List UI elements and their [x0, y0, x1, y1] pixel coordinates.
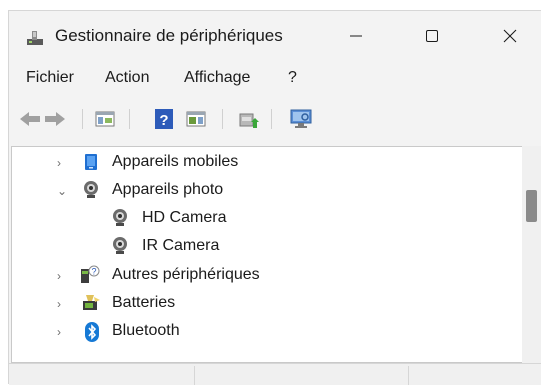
tree-row-label: IR Camera [142, 237, 220, 254]
expand-chevron-icon[interactable]: › [57, 325, 69, 339]
scan-hardware-button[interactable] [289, 107, 313, 131]
help-icon: ? [155, 109, 173, 129]
webcam-icon [110, 208, 130, 228]
toolbar: ? [9, 103, 541, 133]
title-bar: Gestionnaire de périphériques [9, 11, 541, 61]
webcam-icon [81, 180, 101, 200]
tree-row-label: Bluetooth [112, 322, 180, 339]
status-separator [194, 366, 195, 385]
properties-button[interactable] [93, 107, 117, 131]
tree-row-label: HD Camera [142, 209, 227, 226]
toolbar-separator [82, 109, 83, 129]
status-separator [408, 366, 409, 385]
toolbar-separator [271, 109, 272, 129]
back-arrow-icon [20, 112, 40, 126]
tree-row-ir-camera[interactable]: IR Camera [12, 233, 523, 261]
minimize-icon [350, 35, 362, 37]
vertical-scrollbar[interactable] [522, 146, 541, 363]
help-button[interactable]: ? [152, 107, 176, 131]
svg-text:?: ? [159, 112, 168, 129]
svg-text:?: ? [91, 267, 96, 277]
show-hidden-button[interactable] [184, 107, 208, 131]
forward-arrow-icon [45, 112, 65, 126]
window-title: Gestionnaire de périphériques [55, 26, 283, 45]
battery-icon [80, 293, 100, 313]
menu-bar: Fichier Action Affichage ? [9, 66, 541, 92]
bluetooth-icon [82, 321, 102, 342]
close-icon [503, 29, 517, 43]
forward-button[interactable] [43, 107, 67, 131]
tree-row-label: Appareils mobiles [112, 153, 239, 170]
tree-row-appareils-mobiles[interactable]: › Appareils mobiles [12, 149, 523, 177]
tree-row-bluetooth[interactable]: › Bluetooth [12, 318, 523, 346]
expand-chevron-icon[interactable]: › [57, 156, 69, 170]
tree-row-autres-peripheriques[interactable]: › ? Autres périphériques [12, 262, 523, 290]
status-bar [9, 363, 541, 385]
device-tree: › Appareils mobiles ⌄ Appareils photo HD… [11, 146, 524, 363]
device-manager-app-icon [25, 28, 45, 48]
scrollbar-thumb[interactable] [526, 190, 537, 222]
maximize-button[interactable] [403, 11, 461, 61]
scan-hardware-icon [290, 109, 312, 128]
device-manager-window: Gestionnaire de périphériques Fichier Ac… [8, 10, 541, 385]
update-driver-button[interactable] [236, 107, 260, 131]
toolbar-separator [222, 109, 223, 129]
tree-row-batteries[interactable]: › Batteries [12, 290, 523, 318]
back-button[interactable] [18, 107, 42, 131]
properties-icon [95, 111, 115, 127]
menu-action[interactable]: Action [105, 69, 149, 87]
update-driver-icon [239, 113, 259, 128]
toolbar-separator [129, 109, 130, 129]
tree-row-hd-camera[interactable]: HD Camera [12, 205, 523, 233]
menu-help[interactable]: ? [288, 69, 297, 87]
minimize-button[interactable] [327, 11, 385, 61]
tree-row-label: Autres périphériques [112, 266, 260, 283]
webcam-icon [110, 236, 130, 256]
unknown-device-icon: ? [79, 265, 100, 285]
menu-fichier[interactable]: Fichier [26, 69, 74, 87]
tree-row-label: Batteries [112, 294, 176, 311]
menu-affichage[interactable]: Affichage [184, 69, 250, 87]
collapse-chevron-icon[interactable]: ⌄ [57, 184, 69, 198]
tree-row-label: Appareils photo [112, 181, 224, 198]
expand-chevron-icon[interactable]: › [57, 297, 69, 311]
maximize-icon [426, 30, 438, 42]
tree-row-appareils-photo[interactable]: ⌄ Appareils photo [12, 177, 523, 205]
expand-chevron-icon[interactable]: › [57, 269, 69, 283]
mobile-device-icon [81, 152, 101, 172]
close-button[interactable] [481, 11, 539, 61]
show-hidden-icon [186, 111, 206, 127]
